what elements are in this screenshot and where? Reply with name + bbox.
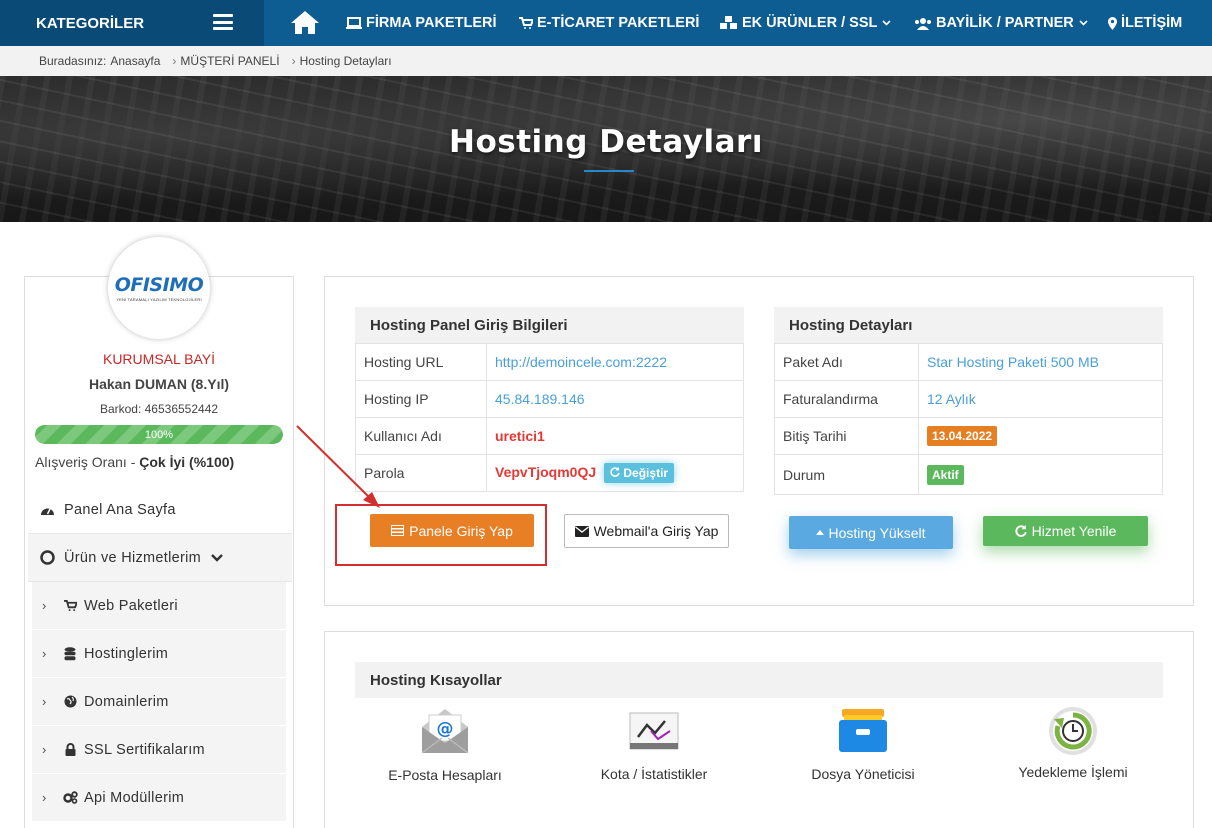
table-row: Hosting URL http://demoincele.com:2222 xyxy=(355,343,744,381)
life-ring-icon xyxy=(38,550,56,565)
annotation-arrow-icon xyxy=(296,425,380,508)
hamburger-icon[interactable] xyxy=(213,14,233,30)
breadcrumb-panel[interactable]: MÜŞTERİ PANELİ xyxy=(180,54,279,68)
table-row: Durum Aktif xyxy=(774,454,1163,495)
dashboard-icon xyxy=(38,504,56,515)
table-row: Parola VepvTjoqm0QJ Değiştir xyxy=(355,454,744,492)
chevron-down-icon xyxy=(1079,20,1088,26)
hosting-url-link[interactable]: http://demoincele.com:2222 xyxy=(486,343,744,381)
hero-banner: Hosting Detayları xyxy=(0,76,1212,222)
refresh-icon xyxy=(610,467,620,477)
package-name-value: Star Hosting Paketi 500 MB xyxy=(918,343,1163,381)
chevron-right-icon: › xyxy=(42,598,47,613)
customer-name: Hakan DUMAN (8.Yıl) xyxy=(88,376,230,392)
laptop-icon xyxy=(346,17,362,29)
hosting-details-table: Paket Adı Star Hosting Paketi 500 MB Fat… xyxy=(774,343,1163,495)
breadcrumb-current: Hosting Detayları xyxy=(299,54,392,68)
nav-iletisim[interactable]: İLETİŞİM xyxy=(1108,0,1182,46)
file-manager-icon xyxy=(773,706,953,756)
password-value: VepvTjoqm0QJ xyxy=(495,464,597,480)
shortcut-email-accounts[interactable]: @ E-Posta Hesapları xyxy=(355,706,535,783)
shortcuts-title: Hosting Kısayollar xyxy=(355,662,1163,698)
shopping-rate: Alışveriş Oranı - Çok İyi (%100) xyxy=(35,454,235,470)
company-logo: OFISIMO xyxy=(114,274,204,296)
database-icon xyxy=(62,646,78,661)
shortcut-backup[interactable]: Yedekleme İşlemi xyxy=(983,706,1163,780)
shopping-rate-progress: 100% xyxy=(35,425,283,444)
breadcrumb-prefix: Buradasınız: xyxy=(39,54,107,68)
envelope-icon xyxy=(574,525,589,537)
title-underline xyxy=(584,170,634,172)
nav-ek-urunler[interactable]: EK ÜRÜNLER / SSL xyxy=(720,0,891,46)
home-icon[interactable] xyxy=(289,9,321,35)
sidebar-item-domains[interactable]: › Domainlerim xyxy=(32,678,286,726)
cart-icon xyxy=(519,17,533,29)
nav-eticaret-paketleri[interactable]: E-TİCARET PAKETLERİ xyxy=(519,0,699,46)
map-marker-icon xyxy=(1108,16,1117,30)
chevron-right-icon: › xyxy=(42,646,47,661)
customer-tier: KURUMSAL BAYİ xyxy=(102,351,216,367)
webmail-login-button[interactable]: Webmail'a Giriş Yap xyxy=(564,514,729,548)
sidebar-item-ssl[interactable]: › SSL Sertifikalarım xyxy=(32,726,286,774)
breadcrumb: Buradasınız: Anasayfa › MÜŞTERİ PANELİ ›… xyxy=(0,46,1212,76)
table-row: Faturalandırma 12 Aylık xyxy=(774,380,1163,418)
sidebar-item-hostings[interactable]: › Hostinglerim xyxy=(32,630,286,678)
table-row: Bitiş Tarihi 13.04.2022 xyxy=(774,417,1163,455)
customer-barcode: Barkod: 46536552442 xyxy=(99,402,219,416)
shopping-rate-value: Çok İyi (%100) xyxy=(139,454,235,470)
gears-icon xyxy=(62,791,78,804)
shortcut-quota-stats[interactable]: Kota / İstatistikler xyxy=(564,706,744,782)
chevron-right-icon: › xyxy=(42,790,47,805)
hosting-details-title: Hosting Detayları xyxy=(774,307,1163,343)
hosting-ip-value: 45.84.189.146 xyxy=(486,380,744,418)
stats-icon xyxy=(564,706,744,756)
billing-value: 12 Aylık xyxy=(918,380,1163,418)
table-row: Kullanıcı Adı uretici1 xyxy=(355,417,744,455)
top-navbar: KATEGORİLER FİRMA PAKETLERİ E-TİCARET PA… xyxy=(0,0,1212,46)
chevron-right-icon: › xyxy=(42,742,47,757)
table-row: Paket Adı Star Hosting Paketi 500 MB xyxy=(774,343,1163,381)
email-icon: @ xyxy=(355,706,535,756)
breadcrumb-separator: › xyxy=(172,54,177,68)
nav-firma-paketleri[interactable]: FİRMA PAKETLERİ xyxy=(346,0,497,46)
breadcrumb-separator: › xyxy=(291,54,296,68)
users-icon xyxy=(914,17,932,30)
chevron-down-icon xyxy=(211,553,223,562)
change-password-button[interactable]: Değiştir xyxy=(604,463,675,483)
username-value: uretici1 xyxy=(486,417,744,455)
chevron-down-icon xyxy=(882,20,891,26)
sidebar-item-web-packages[interactable]: › Web Paketleri xyxy=(32,582,286,630)
svg-text:@: @ xyxy=(437,719,454,739)
refresh-icon xyxy=(1014,525,1027,537)
table-row: Hosting IP 45.84.189.146 xyxy=(355,380,744,418)
company-logo-subtitle: YENİ TARAMALI YAZILIM TEKNOLOJİLERİ xyxy=(116,297,202,302)
backup-icon xyxy=(983,706,1163,756)
expiry-date-badge: 13.04.2022 xyxy=(927,426,998,446)
lock-icon xyxy=(62,743,78,756)
sidebar-item-products-services[interactable]: Ürün ve Hizmetlerim xyxy=(28,534,292,582)
login-info-title: Hosting Panel Giriş Bilgileri xyxy=(355,307,744,343)
avatar: OFISIMO YENİ TARAMALI YAZILIM TEKNOLOJİL… xyxy=(108,237,210,339)
service-renew-button[interactable]: Hizmet Yenile xyxy=(983,516,1148,546)
breadcrumb-home[interactable]: Anasayfa xyxy=(110,54,160,68)
shortcut-file-manager[interactable]: Dosya Yöneticisi xyxy=(773,706,953,782)
nav-bayilik-partner[interactable]: BAYİLİK / PARTNER xyxy=(914,0,1088,46)
categories-label: KATEGORİLER xyxy=(36,14,145,32)
login-info-table: Hosting URL http://demoincele.com:2222 H… xyxy=(355,343,744,492)
page-title: Hosting Detayları xyxy=(449,124,763,160)
hosting-upgrade-button[interactable]: Hosting Yükselt xyxy=(789,516,953,549)
cart-icon xyxy=(62,600,78,611)
caret-up-icon xyxy=(816,530,825,535)
sidebar-menu: Panel Ana Sayfa Ürün ve Hizmetlerim › We… xyxy=(28,486,292,822)
categories-menu[interactable]: KATEGORİLER xyxy=(0,0,264,46)
cubes-icon xyxy=(720,16,738,30)
sidebar-item-panel-home[interactable]: Panel Ana Sayfa xyxy=(28,486,292,534)
status-badge: Aktif xyxy=(927,464,964,485)
globe-icon xyxy=(62,695,78,708)
sidebar-item-api-modules[interactable]: › Api Modüllerim xyxy=(32,774,286,822)
chevron-right-icon: › xyxy=(42,694,47,709)
progress-fill: 100% xyxy=(35,425,283,444)
